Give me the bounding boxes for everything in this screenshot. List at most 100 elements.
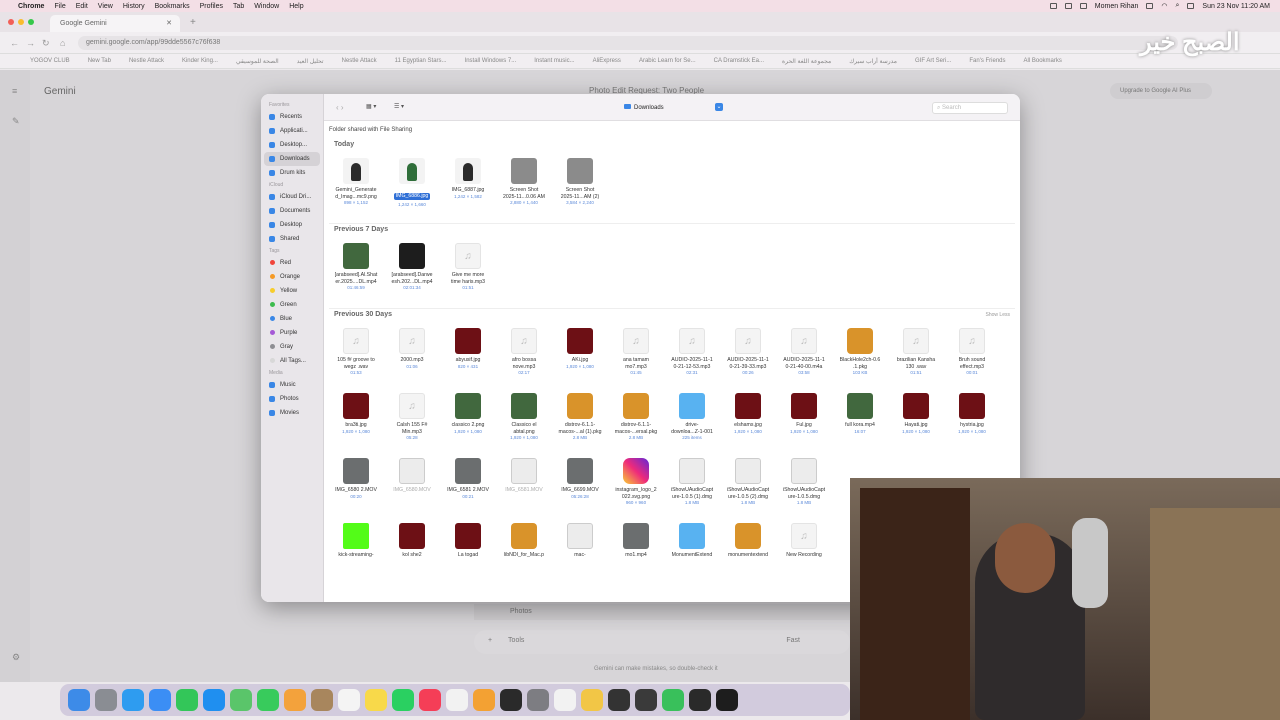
- chevron-down-icon[interactable]: ⌄: [715, 103, 723, 111]
- file-item[interactable]: iShowUAudioCapt ure-1.0.5 (1).dmg 1.8 MB: [665, 458, 719, 520]
- file-item[interactable]: 2000.mp301:06: [385, 328, 439, 390]
- tools-button[interactable]: Tools: [508, 637, 524, 644]
- menu-window[interactable]: Window: [254, 3, 279, 10]
- bookmark[interactable]: Nestle Attack: [342, 58, 377, 64]
- sidebar-item[interactable]: Orange: [261, 270, 323, 284]
- menu-profiles[interactable]: Profiles: [200, 3, 223, 10]
- bookmark[interactable]: Nestle Attack: [129, 58, 164, 64]
- file-item[interactable]: AKi.jpg 1,920 × 1,080: [553, 328, 607, 390]
- browser-tab[interactable]: Google Gemini ✕: [50, 15, 180, 32]
- file-item[interactable]: libNDI_for_Mac.p: [497, 523, 551, 585]
- search-icon[interactable]: ⌕: [1175, 2, 1179, 10]
- bookmark-all[interactable]: All Bookmarks: [1024, 58, 1062, 64]
- file-item[interactable]: Hayati.jpg 1,920 × 1,080: [889, 393, 943, 455]
- zoom-window-button[interactable]: [28, 19, 34, 25]
- dock-app-photos-icon[interactable]: [284, 689, 306, 711]
- control-center-icon[interactable]: [1187, 3, 1195, 9]
- file-item[interactable]: IMG_6580 2.MOV 00:20: [329, 458, 383, 520]
- icon-view-icon[interactable]: ▦ ▾: [366, 103, 376, 110]
- dock-app-mail-icon[interactable]: [149, 689, 171, 711]
- file-item[interactable]: IMG_6699.MOV 05:26:28: [553, 458, 607, 520]
- battery-icon[interactable]: [1146, 3, 1154, 9]
- mode-selector[interactable]: Fast: [786, 637, 800, 644]
- bookmark[interactable]: الصحة للموسيقي: [236, 58, 279, 65]
- dock-app-obs-icon[interactable]: [635, 689, 657, 711]
- prompt-bar[interactable]: + Tools Fast: [474, 630, 850, 654]
- file-item[interactable]: bra3ti.jpg 1,920 × 1,080: [329, 393, 383, 455]
- menu-view[interactable]: View: [98, 3, 113, 10]
- file-item[interactable]: Calsh 155 F# Min.mp305:28: [385, 393, 439, 455]
- bookmark[interactable]: GIF Art Seri...: [915, 58, 951, 64]
- sidebar-item[interactable]: Music: [261, 378, 323, 392]
- dock-app-app-store-icon[interactable]: [203, 689, 225, 711]
- bookmark[interactable]: Instant music...: [534, 58, 574, 64]
- bookmark[interactable]: Arabic Learn for Se...: [639, 58, 696, 64]
- dock-app-messages-icon[interactable]: [257, 689, 279, 711]
- close-tab-icon[interactable]: ✕: [166, 19, 172, 27]
- dock-app-maps-icon[interactable]: [230, 689, 252, 711]
- new-chat-icon[interactable]: ✎: [12, 116, 20, 127]
- list-view-icon[interactable]: ☰ ▾: [394, 103, 404, 110]
- file-item[interactable]: brazilian Kansha 130 .wav01:51: [889, 328, 943, 390]
- file-item[interactable]: kol she2: [385, 523, 439, 585]
- dock-app-reminders-icon[interactable]: [446, 689, 468, 711]
- bookmark[interactable]: تحليل العيد: [297, 58, 324, 65]
- dock-app-chrome-icon[interactable]: [554, 689, 576, 711]
- status-icon[interactable]: [1049, 3, 1057, 9]
- file-item[interactable]: AUDIO-2025-11-1 0-21-39-33.mp300:26: [721, 328, 775, 390]
- bookmark[interactable]: AliExpress: [593, 58, 621, 64]
- menu-bookmarks[interactable]: Bookmarks: [155, 3, 190, 10]
- file-item[interactable]: monumentextend: [721, 523, 775, 585]
- dock-app-logic-icon[interactable]: [500, 689, 522, 711]
- sidebar-item[interactable]: Recents: [261, 110, 323, 124]
- file-item[interactable]: Screen Shot 2025-11...0.06 AM 2,880 × 1,4…: [497, 158, 551, 220]
- file-item[interactable]: IMG_6581 2.MOV 00:21: [441, 458, 495, 520]
- file-item[interactable]: IMG_6887.jpg 1,242 × 1,582: [441, 158, 495, 220]
- file-item[interactable]: ana tamam mo7.mp301:45: [609, 328, 663, 390]
- forward-icon[interactable]: →: [26, 38, 35, 48]
- file-item[interactable]: abyusif.jpg 820 × 431: [441, 328, 495, 390]
- bookmark[interactable]: مدرسة أراب سيرك: [849, 58, 897, 65]
- menu-edit[interactable]: Edit: [76, 3, 88, 10]
- new-tab-button[interactable]: +: [190, 17, 196, 28]
- dock-app-terminal-icon[interactable]: [608, 689, 630, 711]
- menu-file[interactable]: File: [54, 3, 65, 10]
- dock-app-music-icon[interactable]: [419, 689, 441, 711]
- file-item[interactable]: iShowUAudioCapt ure-1.0.5 (2).dmg 1.8 MB: [721, 458, 775, 520]
- reload-icon[interactable]: ↻: [42, 38, 50, 49]
- sidebar-item[interactable]: Desktop: [261, 218, 323, 232]
- file-item[interactable]: hystria.jpg 1,920 × 1,080: [945, 393, 999, 455]
- sidebar-item[interactable]: Yellow: [261, 284, 323, 298]
- status-icon[interactable]: [1079, 3, 1087, 9]
- file-item[interactable]: distrov-6.1.1- macos-...ersal.pkg 2.8 MB: [609, 393, 663, 455]
- file-item[interactable]: classico 2.png 1,920 × 1,080: [441, 393, 495, 455]
- file-item[interactable]: drive- downloa...Z-1-001 225 items: [665, 393, 719, 455]
- close-window-button[interactable]: [8, 19, 14, 25]
- file-item[interactable]: mac-: [553, 523, 607, 585]
- photos-attachment[interactable]: Photos: [474, 604, 850, 620]
- sidebar-item[interactable]: iCloud Dri...: [261, 190, 323, 204]
- dock-app-terminal2-icon[interactable]: [716, 689, 738, 711]
- file-item[interactable]: mo1.mp4: [609, 523, 663, 585]
- add-icon[interactable]: +: [488, 637, 492, 644]
- menu-help[interactable]: Help: [289, 3, 303, 10]
- dock-app-calendar-icon[interactable]: [338, 689, 360, 711]
- sidebar-item[interactable]: Shared: [261, 232, 323, 246]
- dock-app-pages-icon[interactable]: [473, 689, 495, 711]
- file-item[interactable]: iShowUAudioCapt ure-1.0.5.dmg 1.8 MB: [777, 458, 831, 520]
- file-item[interactable]: kick-streaming-: [329, 523, 383, 585]
- menu-app-name[interactable]: Chrome: [18, 3, 44, 10]
- file-item[interactable]: IMG_6581.MOV: [497, 458, 551, 520]
- dock-app-script-icon[interactable]: [581, 689, 603, 711]
- menu-tab[interactable]: Tab: [233, 3, 244, 10]
- sidebar-item[interactable]: Documents: [261, 204, 323, 218]
- location-popup[interactable]: Downloads: [624, 104, 664, 111]
- sidebar-item[interactable]: Downloads: [264, 152, 320, 166]
- file-item[interactable]: [arabseed].Al.Shat er.2025....DL.mp4 01:4…: [329, 243, 383, 305]
- sidebar-item[interactable]: Photos: [261, 392, 323, 406]
- sidebar-item[interactable]: Green: [261, 298, 323, 312]
- file-item[interactable]: [arabseed].Darwe esh.202...DL.mp4 02:01:3…: [385, 243, 439, 305]
- sidebar-item[interactable]: All Tags...: [261, 354, 323, 368]
- minimize-window-button[interactable]: [18, 19, 24, 25]
- bookmark[interactable]: Kinder King...: [182, 58, 218, 64]
